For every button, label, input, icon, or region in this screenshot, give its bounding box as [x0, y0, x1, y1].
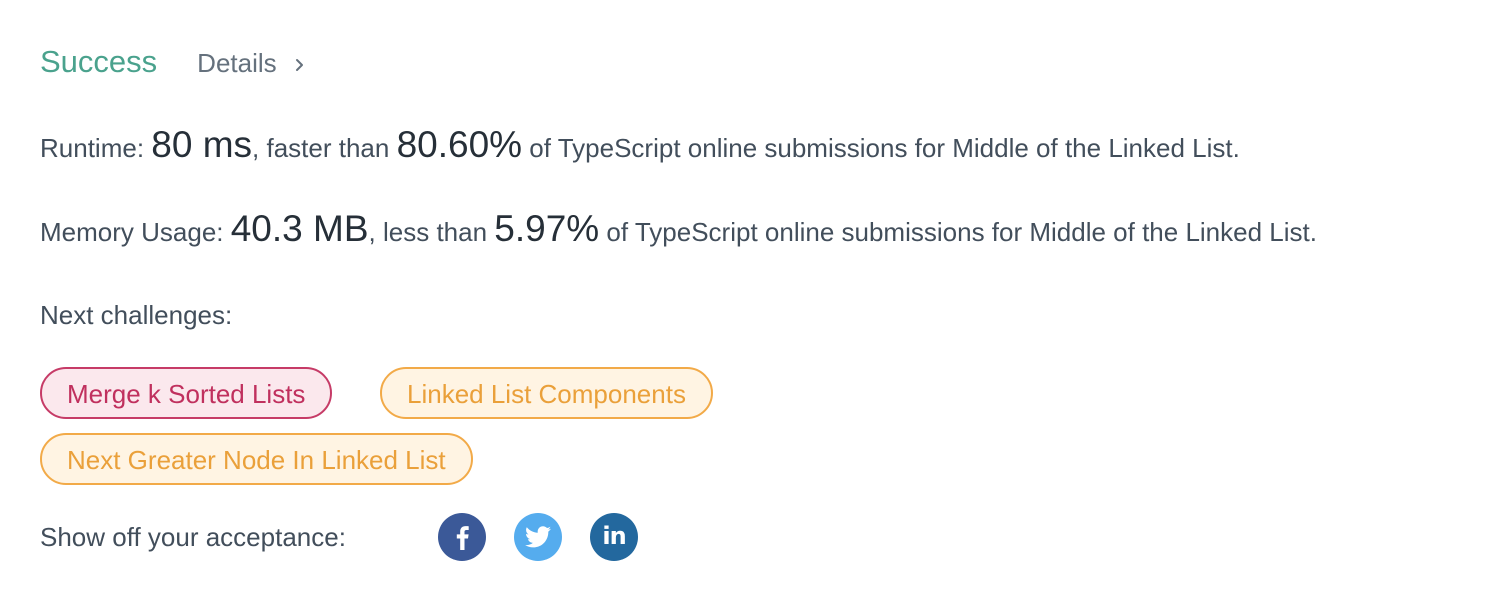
runtime-percent: 80.60%: [396, 124, 523, 165]
next-challenges-label: Next challenges:: [40, 300, 233, 330]
status-success: Success: [40, 44, 158, 79]
memory-stat: Memory Usage: 40.3 MB, less than 5.97% o…: [40, 208, 1317, 250]
memory-comparison: , less than: [368, 217, 495, 247]
linkedin-icon: in: [602, 522, 626, 550]
memory-label: Memory Usage:: [40, 217, 231, 247]
linkedin-share-button[interactable]: in: [590, 513, 638, 561]
runtime-suffix: of TypeScript online submissions for Mid…: [522, 133, 1240, 163]
memory-suffix: of TypeScript online submissions for Mid…: [599, 217, 1317, 247]
twitter-share-button[interactable]: [514, 513, 562, 561]
memory-value: 40.3 MB: [230, 208, 369, 249]
facebook-icon: [456, 526, 469, 550]
challenge-tag-merge-k-sorted-lists[interactable]: Merge k Sorted Lists: [40, 367, 333, 419]
facebook-share-button[interactable]: [438, 513, 486, 561]
chevron-right-icon: [295, 58, 303, 71]
twitter-icon: [525, 526, 551, 548]
runtime-comparison: , faster than: [252, 133, 397, 163]
challenge-tag-next-greater-node[interactable]: Next Greater Node In Linked List: [40, 433, 473, 485]
challenge-tag-linked-list-components[interactable]: Linked List Components: [380, 367, 713, 419]
share-label: Show off your acceptance:: [40, 522, 346, 552]
runtime-label: Runtime:: [40, 133, 152, 163]
memory-percent: 5.97%: [494, 208, 600, 249]
details-label: Details: [197, 48, 277, 78]
details-link[interactable]: Details: [197, 48, 306, 79]
runtime-stat: Runtime: 80 ms, faster than 80.60% of Ty…: [40, 124, 1240, 166]
result-header: Success Details: [40, 44, 307, 80]
runtime-value: 80 ms: [151, 124, 253, 165]
